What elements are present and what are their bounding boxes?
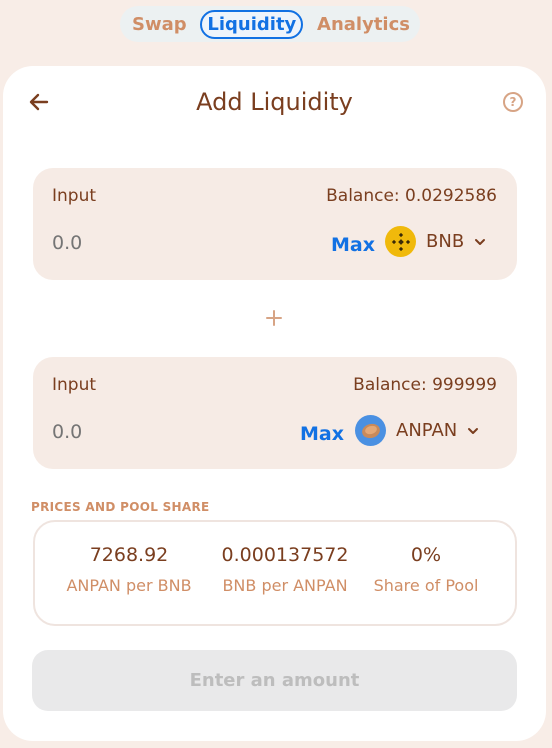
price-item: 0.000137572 BNB per ANPAN [215,544,355,595]
price-value: 0.000137572 [221,544,349,566]
tab-liquidity[interactable]: Liquidity [200,9,304,39]
token-selector[interactable]: BNB [385,226,486,257]
tab-analytics[interactable]: Analytics [311,10,416,39]
help-icon[interactable]: ? [503,92,523,112]
input-label: Input [52,375,97,395]
price-label: BNB per ANPAN [222,576,348,595]
price-label: ANPAN per BNB [66,576,192,595]
bnb-icon [385,226,416,257]
plus-icon [266,310,282,326]
nav-tabs: Swap Liquidity Analytics [120,6,420,42]
anpan-icon [355,415,386,446]
input-label: Input [52,186,97,206]
amount-input[interactable] [52,421,212,443]
balance-text: Balance: 0.0292586 [326,186,497,206]
balance-text: Balance: 999999 [353,375,497,395]
input-panel-first: Input Balance: 0.0292586 Max BNB [33,168,517,280]
chevron-down-icon [468,427,479,434]
token-selector[interactable]: ANPAN [355,415,479,446]
submit-button[interactable]: Enter an amount [32,650,517,711]
tab-swap[interactable]: Swap [126,10,193,39]
prices-box: 7268.92 ANPAN per BNB 0.000137572 BNB pe… [33,520,517,626]
page-title: Add Liquidity [196,88,353,116]
token-name: ANPAN [396,420,458,441]
max-button[interactable]: Max [300,423,344,445]
add-liquidity-card: Add Liquidity ? Input Balance: 0.0292586… [3,66,546,741]
price-item: 7268.92 ANPAN per BNB [61,544,197,595]
token-name: BNB [426,231,465,252]
max-button[interactable]: Max [331,234,375,256]
input-panel-second: Input Balance: 999999 Max ANPAN [33,357,517,469]
price-label: Share of Pool [373,576,479,595]
price-value: 7268.92 [89,544,169,566]
price-value: 0% [410,544,442,566]
chevron-down-icon [475,238,486,245]
prices-section-title: PRICES AND POOL SHARE [31,500,210,514]
amount-input[interactable] [52,232,212,254]
card-header: Add Liquidity ? [3,66,546,142]
price-item: 0% Share of Pool [371,544,481,595]
